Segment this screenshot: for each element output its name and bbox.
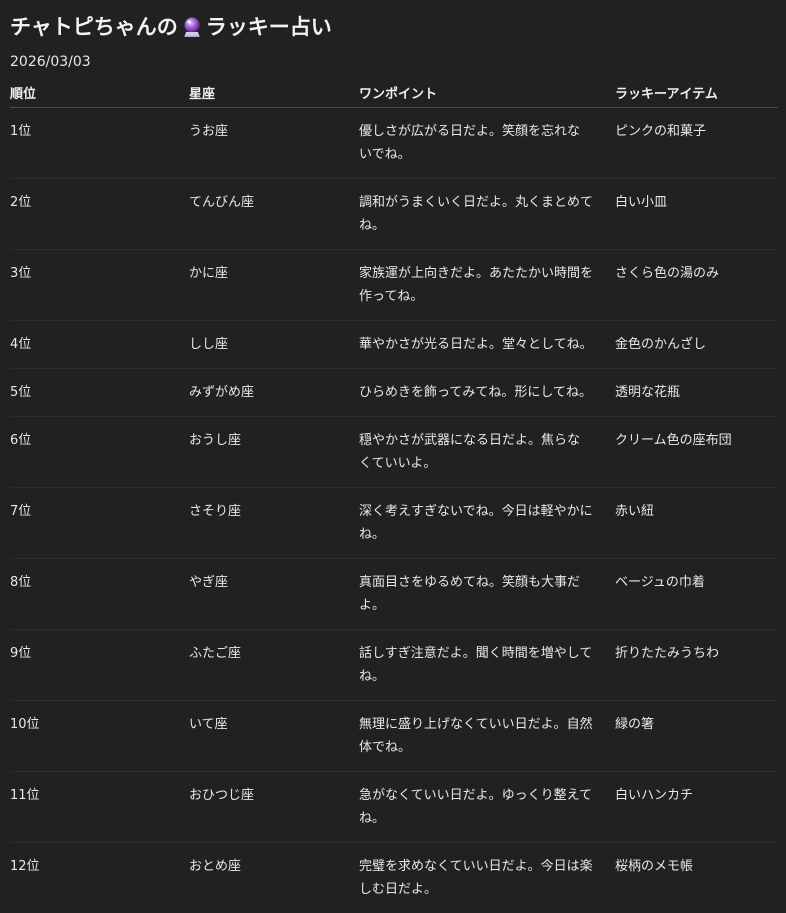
tip-cell: 急がなくていい日だよ。ゆっくり整えてね。: [359, 772, 615, 843]
table-row: 5位 みずがめ座 ひらめきを飾ってみてね。形にしてね。 透明な花瓶: [10, 369, 778, 417]
lucky-item-cell: 白いハンカチ: [615, 772, 778, 843]
sign-cell: やぎ座: [189, 559, 359, 630]
rank-cell: 6位: [10, 417, 189, 488]
rank-cell: 9位: [10, 630, 189, 701]
table-row: 9位 ふたご座 話しすぎ注意だよ。聞く時間を増やしてね。 折りたたみうちわ: [10, 630, 778, 701]
lucky-item-cell: 赤い紐: [615, 488, 778, 559]
tip-cell: 家族運が上向きだよ。あたたかい時間を作ってね。: [359, 250, 615, 321]
lucky-item-cell: さくら色の湯のみ: [615, 250, 778, 321]
header-lucky-item: ラッキーアイテム: [615, 77, 778, 108]
table-header-row: 順位 星座 ワンポイント ラッキーアイテム: [10, 77, 778, 108]
sign-cell: てんびん座: [189, 179, 359, 250]
sign-cell: しし座: [189, 321, 359, 369]
rank-cell: 5位: [10, 369, 189, 417]
tip-cell: 無理に盛り上げなくていい日だよ。自然体でね。: [359, 701, 615, 772]
tip-cell: 深く考えすぎないでね。今日は軽やかにね。: [359, 488, 615, 559]
lucky-item-cell: ベージュの巾着: [615, 559, 778, 630]
lucky-item-cell: 金色のかんざし: [615, 321, 778, 369]
rank-cell: 8位: [10, 559, 189, 630]
page-title: チャトピちゃんの ラッキー占い: [10, 0, 780, 45]
rank-cell: 2位: [10, 179, 189, 250]
sign-cell: かに座: [189, 250, 359, 321]
title-suffix: ラッキー占い: [206, 13, 332, 41]
sign-cell: さそり座: [189, 488, 359, 559]
header-rank: 順位: [10, 77, 189, 108]
sign-cell: いて座: [189, 701, 359, 772]
lucky-item-cell: 折りたたみうちわ: [615, 630, 778, 701]
sign-cell: みずがめ座: [189, 369, 359, 417]
sign-cell: うお座: [189, 108, 359, 179]
tip-cell: 完璧を求めなくていい日だよ。今日は楽しむ日だよ。: [359, 843, 615, 913]
sign-cell: おとめ座: [189, 843, 359, 913]
table-row: 7位 さそり座 深く考えすぎないでね。今日は軽やかにね。 赤い紐: [10, 488, 778, 559]
table-row: 1位 うお座 優しさが広がる日だよ。笑顔を忘れないでね。 ピンクの和菓子: [10, 108, 778, 179]
table-row: 4位 しし座 華やかさが光る日だよ。堂々としてね。 金色のかんざし: [10, 321, 778, 369]
table-row: 12位 おとめ座 完璧を求めなくていい日だよ。今日は楽しむ日だよ。 桜柄のメモ帳: [10, 843, 778, 913]
lucky-item-cell: 透明な花瓶: [615, 369, 778, 417]
rank-cell: 1位: [10, 108, 189, 179]
rank-cell: 4位: [10, 321, 189, 369]
crystal-ball-icon: [182, 16, 202, 38]
fortune-ranking-table: 順位 星座 ワンポイント ラッキーアイテム 1位 うお座 優しさが広がる日だよ。…: [10, 77, 778, 913]
table-row: 6位 おうし座 穏やかさが武器になる日だよ。焦らなくていいよ。 クリーム色の座布…: [10, 417, 778, 488]
table-row: 10位 いて座 無理に盛り上げなくていい日だよ。自然体でね。 緑の箸: [10, 701, 778, 772]
table-row: 3位 かに座 家族運が上向きだよ。あたたかい時間を作ってね。 さくら色の湯のみ: [10, 250, 778, 321]
rank-cell: 7位: [10, 488, 189, 559]
sign-cell: おうし座: [189, 417, 359, 488]
tip-cell: 穏やかさが武器になる日だよ。焦らなくていいよ。: [359, 417, 615, 488]
header-tip: ワンポイント: [359, 77, 615, 108]
rank-cell: 11位: [10, 772, 189, 843]
lucky-item-cell: 桜柄のメモ帳: [615, 843, 778, 913]
tip-cell: 優しさが広がる日だよ。笑顔を忘れないでね。: [359, 108, 615, 179]
tip-cell: 話しすぎ注意だよ。聞く時間を増やしてね。: [359, 630, 615, 701]
sign-cell: ふたご座: [189, 630, 359, 701]
header-sign: 星座: [189, 77, 359, 108]
tip-cell: ひらめきを飾ってみてね。形にしてね。: [359, 369, 615, 417]
rank-cell: 10位: [10, 701, 189, 772]
rank-cell: 3位: [10, 250, 189, 321]
lucky-item-cell: 緑の箸: [615, 701, 778, 772]
fortune-content: チャトピちゃんの ラッキー占い 2026/03/03: [10, 0, 780, 913]
title-prefix: チャトピちゃんの: [10, 13, 178, 41]
rank-cell: 12位: [10, 843, 189, 913]
tip-cell: 調和がうまくいく日だよ。丸くまとめてね。: [359, 179, 615, 250]
table-row: 8位 やぎ座 真面目さをゆるめてね。笑顔も大事だよ。 ベージュの巾着: [10, 559, 778, 630]
lucky-item-cell: クリーム色の座布団: [615, 417, 778, 488]
lucky-item-cell: 白い小皿: [615, 179, 778, 250]
tip-cell: 華やかさが光る日だよ。堂々としてね。: [359, 321, 615, 369]
sign-cell: おひつじ座: [189, 772, 359, 843]
table-row: 11位 おひつじ座 急がなくていい日だよ。ゆっくり整えてね。 白いハンカチ: [10, 772, 778, 843]
page: { "title": { "prefix": "チャトピちゃんの", "icon…: [0, 0, 786, 858]
date-label: 2026/03/03: [10, 52, 780, 77]
table-row: 2位 てんびん座 調和がうまくいく日だよ。丸くまとめてね。 白い小皿: [10, 179, 778, 250]
tip-cell: 真面目さをゆるめてね。笑顔も大事だよ。: [359, 559, 615, 630]
lucky-item-cell: ピンクの和菓子: [615, 108, 778, 179]
